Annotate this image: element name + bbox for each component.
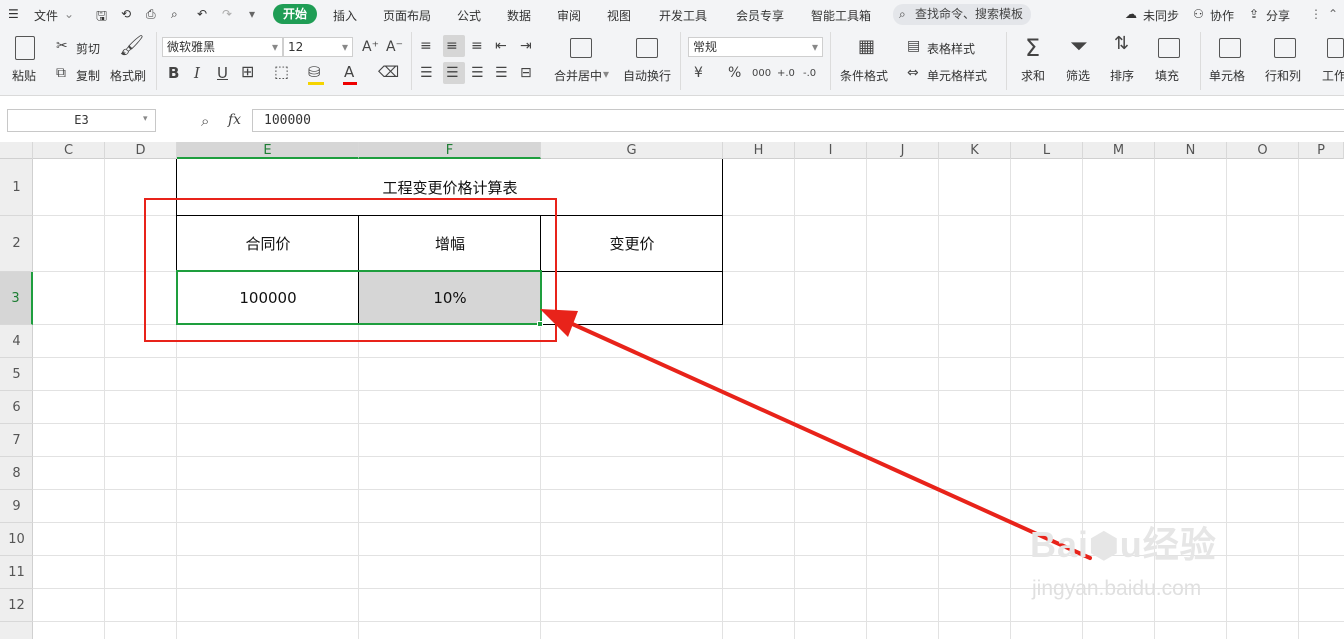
watermark-logo: Bai⬢u经验 bbox=[1030, 524, 1217, 565]
watermark-url: jingyan.baidu.com bbox=[1032, 577, 1202, 600]
